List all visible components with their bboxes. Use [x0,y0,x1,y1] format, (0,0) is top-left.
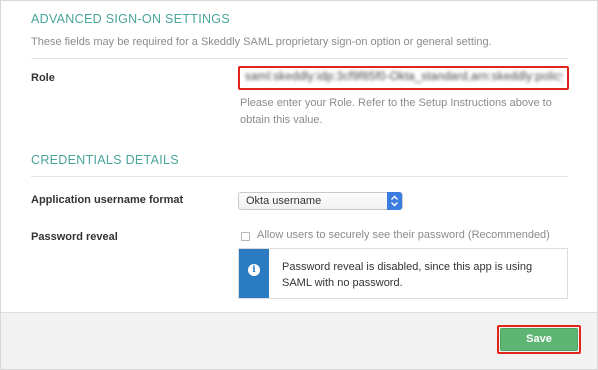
info-icon: i [248,264,260,276]
role-help-text: Please enter your Role. Refer to the Set… [240,97,552,126]
username-format-value: Okta username [246,195,322,207]
credentials-details-title: CREDENTIALS DETAILS [31,153,179,167]
advanced-settings-title: ADVANCED SIGN-ON SETTINGS [31,12,230,26]
role-label: Role [31,72,55,84]
save-button[interactable]: Save [500,328,578,351]
password-reveal-checkbox-label[interactable]: Allow users to securely see their passwo… [257,229,550,241]
section-divider [31,58,568,59]
advanced-settings-note: These fields may be required for a Skedd… [31,36,492,48]
password-reveal-checkbox[interactable] [241,232,250,241]
password-reveal-info-box: i Password reveal is disabled, since thi… [238,248,568,299]
section-divider [31,176,568,177]
password-reveal-label: Password reveal [31,231,118,243]
role-input-value: saml:skeddly:idp:3cf9f85f0-Okta_standard… [245,71,562,83]
password-reveal-info-text: Password reveal is disabled, since this … [282,261,533,289]
role-input[interactable]: saml:skeddly:idp:3cf9f85f0-Okta_standard… [238,66,569,90]
info-bar: i [239,249,269,298]
username-format-label: Application username format [31,194,184,206]
select-arrows-icon [387,192,402,210]
username-format-select[interactable]: Okta username [238,192,403,210]
